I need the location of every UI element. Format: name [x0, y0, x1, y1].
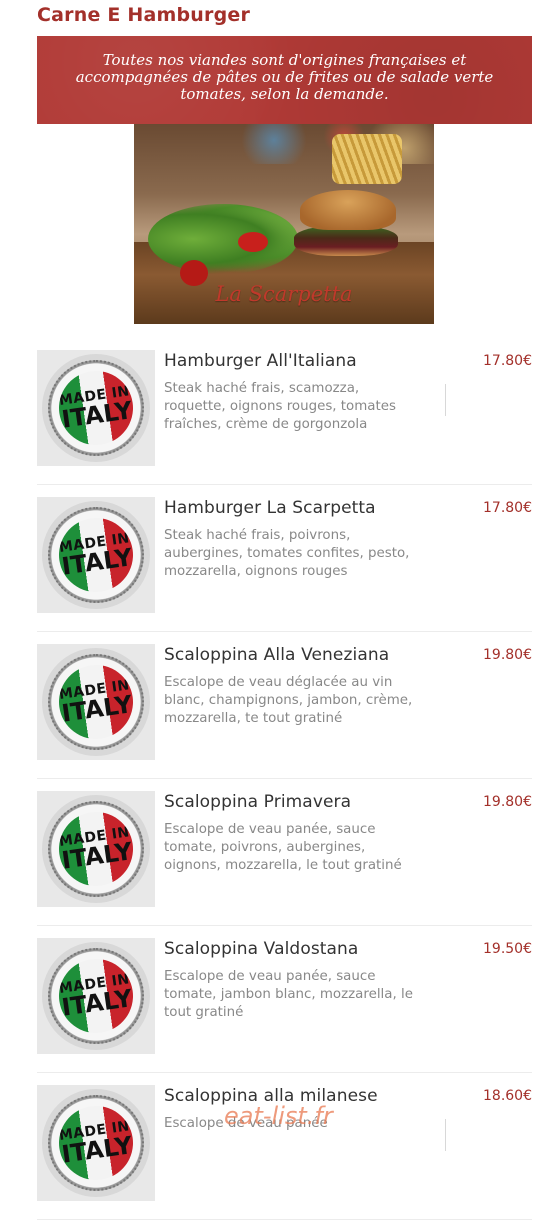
menu-item[interactable]: MADE IN ITALY Scaloppina Valdostana Esca… — [37, 926, 532, 1073]
menu-item[interactable]: MADE IN ITALY Hamburger All'Italiana Ste… — [37, 338, 532, 485]
menu-item[interactable]: MADE IN ITALY Scaloppina alla milanese E… — [37, 1073, 532, 1220]
fries-basket — [332, 134, 402, 184]
made-in-italy-badge-icon: MADE IN ITALY — [42, 1089, 150, 1197]
item-price: 17.80€ — [483, 353, 532, 369]
made-in-italy-badge-icon: MADE IN ITALY — [42, 354, 150, 462]
item-name: Scaloppina Primavera — [164, 792, 352, 812]
item-name: Hamburger All'Italiana — [164, 351, 357, 371]
menu-item[interactable]: MADE IN ITALY Hamburger La Scarpetta Ste… — [37, 485, 532, 632]
made-in-italy-thumbnail: MADE IN ITALY — [37, 938, 155, 1054]
made-in-italy-badge-icon: MADE IN ITALY — [42, 795, 150, 903]
salad — [148, 204, 298, 274]
made-in-italy-thumbnail: MADE IN ITALY — [37, 644, 155, 760]
divider — [445, 1119, 446, 1151]
item-price: 19.80€ — [483, 647, 532, 663]
item-description: Steak haché frais, scamozza, roquette, o… — [164, 381, 396, 432]
hero-caption: La Scarpetta — [215, 282, 353, 306]
watermark: eat-list.fr — [224, 1102, 333, 1130]
divider — [445, 384, 446, 416]
item-name: Scaloppina Valdostana — [164, 939, 359, 959]
tomato-slice — [238, 232, 268, 252]
menu-item[interactable]: MADE IN ITALY Scaloppina Primavera Escal… — [37, 779, 532, 926]
item-name: Scaloppina Alla Veneziana — [164, 645, 390, 665]
item-description: Escalope de veau déglacée au vin blanc, … — [164, 675, 413, 726]
item-price: 17.80€ — [483, 500, 532, 516]
made-in-italy-badge-icon: MADE IN ITALY — [42, 501, 150, 609]
item-description: Escalope de veau panée, sauce tomate, ja… — [164, 969, 413, 1020]
menu-item[interactable]: MADE IN ITALY Scaloppina Alla Veneziana … — [37, 632, 532, 779]
made-in-italy-thumbnail: MADE IN ITALY — [37, 1085, 155, 1201]
section-title: Carne E Hamburger — [37, 4, 251, 26]
hero-image: La Scarpetta — [134, 124, 434, 324]
item-description: Escalope de veau panée, sauce tomate, po… — [164, 822, 402, 873]
item-description: Steak haché frais, poivrons, aubergines,… — [164, 528, 410, 579]
burger-bun — [300, 190, 396, 230]
made-in-italy-thumbnail: MADE IN ITALY — [37, 791, 155, 907]
made-in-italy-badge-icon: MADE IN ITALY — [42, 942, 150, 1050]
info-banner: Toutes nos viandes sont d'origines franç… — [37, 36, 532, 124]
item-price: 18.60€ — [483, 1088, 532, 1104]
banner-text: Toutes nos viandes sont d'origines franç… — [75, 50, 494, 103]
item-name: Hamburger La Scarpetta — [164, 498, 376, 518]
item-price: 19.50€ — [483, 941, 532, 957]
item-price: 19.80€ — [483, 794, 532, 810]
made-in-italy-badge-icon: MADE IN ITALY — [42, 648, 150, 756]
made-in-italy-thumbnail: MADE IN ITALY — [37, 497, 155, 613]
made-in-italy-thumbnail: MADE IN ITALY — [37, 350, 155, 466]
menu-list: MADE IN ITALY Hamburger All'Italiana Ste… — [37, 338, 532, 1220]
burger-patty — [294, 226, 398, 256]
